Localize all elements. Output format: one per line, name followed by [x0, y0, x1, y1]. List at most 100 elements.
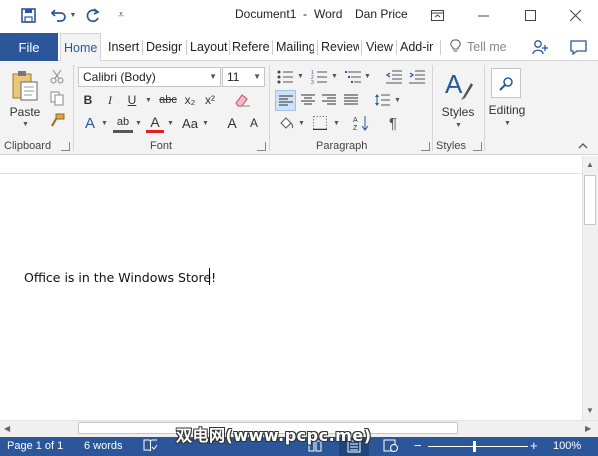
- ribbon-display-options-icon[interactable]: [414, 0, 460, 30]
- zoom-slider-track[interactable]: [428, 446, 528, 447]
- web-layout-icon[interactable]: [383, 439, 398, 455]
- proofing-icon[interactable]: [143, 439, 158, 455]
- subscript-button[interactable]: x₂: [182, 91, 198, 109]
- italic-button[interactable]: I: [102, 91, 118, 109]
- align-left-icon[interactable]: [275, 90, 296, 111]
- numbering-icon[interactable]: 123: [310, 68, 328, 86]
- close-icon[interactable]: [552, 0, 598, 30]
- tab-home[interactable]: Home: [60, 33, 102, 62]
- editing-label[interactable]: Editing: [484, 103, 530, 117]
- align-center-icon[interactable]: [299, 91, 317, 109]
- tab-layout[interactable]: Layout: [190, 33, 228, 61]
- scroll-left-icon[interactable]: ◀: [4, 424, 10, 433]
- undo-dropdown-icon[interactable]: ▼: [68, 4, 78, 26]
- font-launcher-icon[interactable]: [257, 142, 266, 151]
- document-page[interactable]: [0, 156, 582, 420]
- change-case-dropdown-icon[interactable]: ▼: [202, 120, 209, 127]
- multilevel-dropdown-icon[interactable]: ▼: [364, 73, 371, 80]
- minimize-icon[interactable]: [460, 0, 506, 30]
- decrease-indent-icon[interactable]: [385, 68, 403, 86]
- font-name-value: Calibri (Body): [83, 70, 156, 84]
- zoom-in-button[interactable]: +: [530, 438, 538, 453]
- paste-icon[interactable]: [10, 69, 40, 103]
- save-icon[interactable]: [16, 4, 40, 26]
- styles-label[interactable]: Styles: [438, 105, 478, 119]
- find-icon[interactable]: [491, 68, 521, 98]
- tell-me-box[interactable]: Tell me: [450, 33, 507, 61]
- increase-indent-icon[interactable]: [408, 68, 426, 86]
- maximize-icon[interactable]: [507, 0, 553, 30]
- clipboard-launcher-icon[interactable]: [61, 142, 70, 151]
- zoom-out-button[interactable]: −: [414, 438, 422, 453]
- highlight-dropdown-icon[interactable]: ▼: [135, 120, 142, 127]
- clear-formatting-icon[interactable]: [232, 90, 252, 110]
- underline-button[interactable]: U: [124, 91, 140, 109]
- line-spacing-icon[interactable]: [373, 91, 391, 109]
- strikethrough-button[interactable]: abc: [156, 91, 180, 109]
- styles-launcher-icon[interactable]: [473, 142, 482, 151]
- tab-separator: [396, 40, 397, 55]
- text-effects-dropdown-icon[interactable]: ▼: [101, 120, 108, 127]
- scroll-up-icon[interactable]: ▲: [586, 160, 594, 169]
- document-body-text[interactable]: Office is in the Windows Store!: [24, 270, 216, 285]
- copy-icon[interactable]: [48, 89, 66, 107]
- scroll-right-icon[interactable]: ▶: [585, 424, 591, 433]
- page-count[interactable]: Page 1 of 1: [7, 440, 63, 452]
- tab-insert[interactable]: Insert: [108, 33, 142, 61]
- tab-file[interactable]: File: [0, 33, 58, 61]
- font-name-select[interactable]: Calibri (Body) ▼: [78, 67, 221, 87]
- tab-design[interactable]: Desigr: [146, 33, 182, 61]
- collapse-ribbon-icon[interactable]: [576, 139, 590, 151]
- show-formatting-button[interactable]: ¶: [384, 113, 402, 133]
- customize-qat-icon[interactable]: ⩡: [114, 4, 128, 26]
- justify-icon[interactable]: [342, 91, 360, 109]
- shading-dropdown-icon[interactable]: ▼: [298, 120, 305, 127]
- bullets-dropdown-icon[interactable]: ▼: [297, 73, 304, 80]
- group-separator: [269, 65, 270, 151]
- scroll-down-icon[interactable]: ▼: [586, 406, 594, 415]
- tab-review[interactable]: Review: [321, 33, 359, 61]
- zoom-slider-thumb[interactable]: [473, 441, 476, 452]
- text-effects-button[interactable]: A: [80, 114, 100, 132]
- align-right-icon[interactable]: [320, 91, 338, 109]
- vertical-scroll-thumb[interactable]: [584, 175, 596, 225]
- zoom-level[interactable]: 100%: [553, 440, 581, 452]
- undo-icon[interactable]: [48, 4, 70, 26]
- format-painter-icon[interactable]: [48, 111, 66, 129]
- tab-separator: [317, 40, 318, 55]
- superscript-button[interactable]: x²: [202, 91, 218, 109]
- tab-view[interactable]: View: [366, 33, 394, 61]
- shrink-font-button[interactable]: A: [246, 114, 262, 132]
- shading-icon[interactable]: [276, 113, 296, 133]
- paste-dropdown-icon[interactable]: ▼: [22, 121, 29, 128]
- font-color-button[interactable]: A: [146, 113, 164, 133]
- redo-icon[interactable]: [82, 4, 104, 26]
- sort-icon[interactable]: AZ: [351, 113, 371, 133]
- word-count[interactable]: 6 words: [84, 440, 123, 452]
- font-color-dropdown-icon[interactable]: ▼: [167, 120, 174, 127]
- styles-icon[interactable]: A: [443, 69, 473, 101]
- highlight-button[interactable]: ab: [113, 113, 133, 133]
- share-icon[interactable]: [530, 37, 550, 57]
- tab-add-ins[interactable]: Add-ir: [400, 33, 438, 61]
- grow-font-button[interactable]: A: [224, 114, 240, 132]
- font-size-select[interactable]: 11 ▼: [222, 67, 265, 87]
- bold-button[interactable]: B: [80, 91, 96, 109]
- multilevel-list-icon[interactable]: [344, 68, 362, 86]
- tab-references[interactable]: Referer: [232, 33, 270, 61]
- editing-dropdown-icon[interactable]: ▼: [504, 120, 511, 127]
- numbering-dropdown-icon[interactable]: ▼: [331, 73, 338, 80]
- tab-mailings[interactable]: Mailing: [276, 33, 314, 61]
- bullets-icon[interactable]: [276, 68, 294, 86]
- user-name[interactable]: Dan Price: [355, 7, 408, 21]
- paragraph-launcher-icon[interactable]: [421, 142, 430, 151]
- change-case-button[interactable]: Aa: [180, 114, 200, 132]
- borders-dropdown-icon[interactable]: ▼: [333, 120, 340, 127]
- cut-icon[interactable]: [48, 67, 66, 85]
- line-spacing-dropdown-icon[interactable]: ▼: [394, 97, 401, 104]
- underline-dropdown-icon[interactable]: ▼: [145, 97, 152, 104]
- styles-dropdown-icon[interactable]: ▼: [455, 122, 462, 129]
- paste-label[interactable]: Paste: [8, 105, 42, 119]
- borders-icon[interactable]: [310, 113, 330, 133]
- comments-icon[interactable]: [568, 37, 588, 57]
